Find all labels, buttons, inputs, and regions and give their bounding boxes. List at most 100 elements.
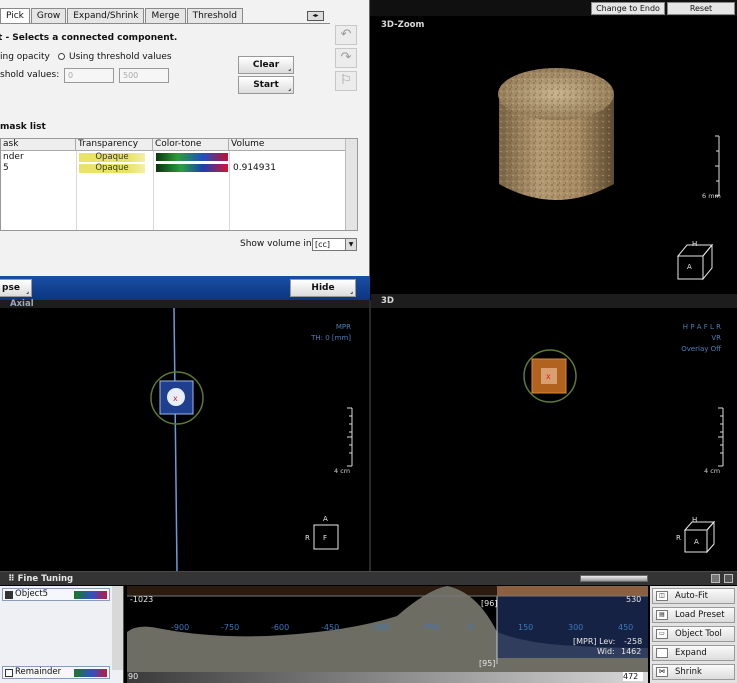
object-label: Object5 — [15, 589, 49, 599]
orientation-cube-icon[interactable] — [676, 243, 714, 281]
tab-divider — [0, 23, 330, 24]
info-line: Overlay Off — [681, 345, 721, 353]
col-mask[interactable]: ask — [1, 139, 76, 151]
info-line: H P A F L R — [682, 323, 721, 331]
list-item[interactable]: Object5 — [2, 588, 110, 601]
histogram-tick: 0 — [468, 623, 474, 632]
object-list: Object5 Remainder — [0, 586, 124, 683]
tab-expand-shrink[interactable]: Expand/Shrink — [67, 8, 145, 23]
viewport-3d-zoom[interactable]: 3D-Zoom 6 mm H A — [371, 16, 737, 300]
window-bottom-marker[interactable]: [95] — [479, 659, 495, 668]
checkbox-checked-icon[interactable] — [5, 591, 13, 599]
fine-tuning-slider[interactable] — [580, 575, 648, 582]
info-line: MPR — [335, 323, 351, 331]
shrink-button[interactable]: ⋈ Shrink — [652, 664, 735, 680]
expand-button[interactable]: Expand — [652, 645, 735, 661]
orient-face-label: F — [323, 534, 328, 542]
orient-top-label: A — [323, 515, 328, 523]
collapse-button[interactable]: pse ⌟ — [0, 279, 32, 297]
color-swatch — [74, 591, 107, 599]
transparency-cell[interactable]: Opaque — [79, 153, 145, 162]
orientation-cube-icon[interactable] — [683, 520, 716, 554]
cube-top-label: H — [692, 516, 698, 524]
histogram-tick: -450 — [321, 623, 340, 632]
viewer-toolbar: Change to Endo Reset — [370, 0, 737, 16]
tab-threshold[interactable]: Threshold — [186, 8, 243, 23]
window-top-marker[interactable]: [96] — [481, 599, 497, 608]
tab-merge[interactable]: Merge — [145, 8, 186, 23]
orient-left-label: R — [305, 534, 310, 542]
mask-tool-icon[interactable]: ⚐ — [335, 71, 357, 91]
show-volume-label: Show volume in — [240, 239, 312, 249]
fine-tuning-bar: ⠿ Fine Tuning — [0, 571, 737, 585]
save-icon[interactable] — [711, 574, 720, 583]
table-row[interactable]: 5 Opaque 0.914931 — [1, 163, 345, 174]
redo-icon[interactable]: ↷ — [335, 48, 357, 68]
auto-fit-button[interactable]: ◫ Auto-Fit — [652, 588, 735, 604]
width-label: Wid: — [597, 647, 615, 656]
transparency-cell[interactable]: Opaque — [79, 164, 145, 173]
clear-button[interactable]: Clear ⌟ — [238, 56, 294, 74]
histogram-tick: 450 — [618, 623, 634, 632]
svg-text:x: x — [173, 394, 178, 403]
tab-grow[interactable]: Grow — [30, 8, 67, 23]
col-volume[interactable]: Volume — [229, 139, 345, 151]
width-value: 1462 — [621, 647, 642, 656]
undo-icon[interactable]: ↶ — [335, 25, 357, 45]
hide-button[interactable]: Hide ⌟ — [290, 279, 356, 297]
mask-name-cell: 5 — [3, 163, 9, 173]
axial-info: MPR TH: 0 [mm] — [311, 322, 351, 344]
histogram-tick: -900 — [171, 623, 190, 632]
object-tool-icon: ▭ — [656, 629, 668, 639]
histogram-tick: -300 — [371, 623, 390, 632]
cube-face-label: A — [687, 263, 692, 271]
list-item[interactable]: Remainder — [2, 666, 110, 679]
volume-unit-select[interactable]: [cc] ▼ — [312, 238, 357, 251]
threshold-max-input[interactable]: 500 — [119, 68, 169, 83]
info-line: TH: 0 [mm] — [311, 334, 351, 342]
histogram[interactable]: -1023 530 [96] [95] -900 -750 -600 -450 … — [127, 586, 648, 672]
threshold-min-input[interactable]: 0 — [64, 68, 114, 83]
table-row[interactable]: nder Opaque — [1, 152, 345, 163]
viewport-divider: Axial — [0, 299, 369, 309]
object-list-scrollbar[interactable] — [112, 586, 123, 670]
histogram-tick: 300 — [568, 623, 584, 632]
load-preset-button[interactable]: ▤ Load Preset — [652, 607, 735, 623]
histogram-tick: 150 — [518, 623, 534, 632]
radio-opacity[interactable]: ing opacity — [0, 52, 50, 62]
viewport-title: 3D — [381, 296, 394, 306]
grayscale-bar[interactable]: 90 472 — [127, 672, 648, 683]
col-color-tone[interactable]: Color-tone — [153, 139, 229, 151]
cylinder-object — [498, 68, 614, 200]
histogram-tick: -150 — [421, 623, 440, 632]
change-to-endo-button[interactable]: Change to Endo — [591, 2, 665, 15]
info-line: VR — [711, 334, 721, 342]
viewport-3d-header: 3D — [371, 294, 737, 308]
radio-threshold[interactable]: Using threshold values — [58, 52, 172, 62]
3d-info: H P A F L R VR Overlay Off — [681, 322, 721, 355]
viewport-axial[interactable]: x MPR TH: 0 [mm] 4 cm A R F — [0, 308, 369, 571]
object-tool-button[interactable]: ▭ Object Tool — [652, 626, 735, 642]
viewport-3d[interactable]: x H P A F L R VR Overlay Off 4 cm H R A — [371, 308, 737, 571]
color-tone-swatch[interactable] — [156, 164, 228, 172]
threshold-values-label: shold values: — [0, 70, 60, 80]
folder-icon[interactable] — [724, 574, 733, 583]
checkbox-icon[interactable] — [5, 669, 13, 677]
auto-fit-icon: ◫ — [656, 591, 668, 601]
histogram-max-label: 530 — [626, 595, 642, 604]
tab-strip: Pick Grow Expand/Shrink Merge Threshold — [0, 8, 244, 23]
mask-name-cell: nder — [3, 152, 24, 162]
tab-pick[interactable]: Pick — [0, 8, 30, 23]
scale-label: 4 cm — [334, 467, 351, 475]
reset-button[interactable]: Reset — [667, 2, 735, 15]
dialog-footer-bar: pse ⌟ Hide ⌟ — [0, 276, 370, 300]
tab-scroll-arrows-icon[interactable]: ◂▸ — [307, 11, 324, 21]
table-scrollbar[interactable] — [345, 139, 357, 230]
mask-table: ask Transparency Color-tone Volume nder … — [0, 138, 358, 231]
histogram-min-label: -1023 — [130, 595, 154, 604]
color-tone-swatch[interactable] — [156, 153, 228, 161]
col-transparency[interactable]: Transparency — [76, 139, 153, 151]
level-value: -258 — [624, 637, 643, 646]
start-button[interactable]: Start ⌟ — [238, 76, 294, 94]
tool-description: t - Selects a connected component. — [0, 33, 178, 43]
